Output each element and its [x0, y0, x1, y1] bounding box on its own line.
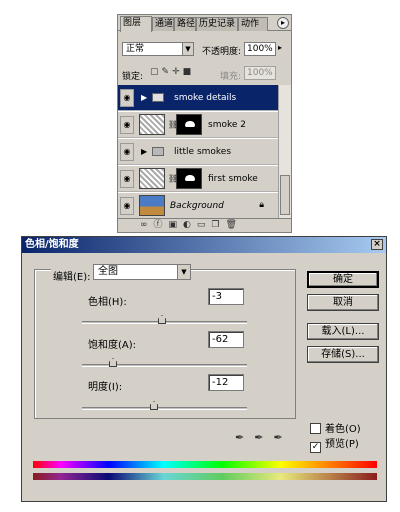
hue-label: 色相(H):	[88, 297, 127, 308]
chevron-down-icon: ▼	[182, 43, 193, 55]
layer-thumbnail	[139, 195, 165, 216]
eyedropper-minus-icon[interactable]: ✒	[273, 431, 292, 444]
layers-panel: 图层 通道 路径 历史记录 动作 ▸ 正常 ▼ 不透明度: 100% ▸ 锁定:…	[117, 14, 292, 233]
layer-toolbar: ∞ⓕ▣◐▭❐🗑︎	[118, 218, 291, 232]
colorize-label: 着色(O)	[325, 424, 361, 435]
lock-options[interactable]: ▢✎✛■	[150, 67, 194, 77]
preview-option[interactable]: ✓ 预览(P)	[310, 435, 359, 453]
adjustment-layer-icon[interactable]: ◐	[183, 220, 197, 230]
eyedropper-icon[interactable]: ✒	[235, 431, 254, 444]
new-layer-icon[interactable]: ❐	[211, 220, 225, 230]
expand-triangle-icon[interactable]: ▶	[141, 147, 147, 156]
opacity-input[interactable]: 100%	[244, 42, 276, 56]
lock-all-icon[interactable]: ■	[183, 67, 195, 77]
preview-label: 预览(P)	[325, 439, 359, 450]
colorize-checkbox[interactable]	[310, 423, 321, 434]
load-button[interactable]: 载入(L)...	[307, 323, 379, 340]
eye-icon[interactable]: ◉	[120, 89, 134, 107]
folder-icon	[152, 147, 164, 156]
eye-icon[interactable]: ◉	[120, 170, 134, 188]
layer-list: ◉ ▶ smoke details ◉ ⛓ smoke 2 ◉ ▶ little…	[118, 85, 291, 219]
output-spectrum-bar	[33, 473, 377, 480]
hue-saturation-dialog: 色相/饱和度 × 编辑(E): 全图 ▼ 色相(H): -3 饱和度(A): -…	[21, 236, 387, 502]
eye-icon[interactable]: ◉	[120, 143, 134, 161]
close-icon[interactable]: ×	[371, 239, 383, 250]
eye-icon[interactable]: ◉	[120, 116, 134, 134]
saturation-label: 饱和度(A):	[88, 340, 137, 351]
ok-button[interactable]: 确定	[307, 271, 379, 288]
dialog-title: 色相/饱和度	[25, 239, 79, 250]
lock-label: 锁定:	[122, 72, 144, 82]
lightness-slider-track[interactable]	[82, 407, 247, 410]
layer-mask-thumbnail[interactable]	[176, 168, 202, 189]
layer-name: little smokes	[174, 147, 232, 157]
layer-thumbnail	[139, 168, 165, 189]
edit-range-select[interactable]: 全图 ▼	[93, 264, 191, 280]
lock-paint-icon[interactable]: ✎	[162, 67, 173, 77]
layer-name: first smoke	[208, 174, 258, 184]
tab-paths[interactable]: 路径	[174, 17, 196, 31]
layer-name: smoke 2	[208, 120, 246, 130]
layer-row-first-smoke[interactable]: ◉ ⛓ first smoke	[118, 166, 278, 192]
save-button[interactable]: 存储(S)...	[307, 346, 379, 363]
lock-icon: 🔒︎	[259, 200, 264, 210]
blend-mode-value: 正常	[126, 44, 145, 54]
lock-transparent-icon[interactable]: ▢	[150, 67, 162, 77]
layer-row-smoke-details[interactable]: ◉ ▶ smoke details	[118, 85, 278, 111]
saturation-slider-track[interactable]	[82, 364, 247, 367]
fill-label: 填充:	[220, 72, 242, 82]
preview-checkbox[interactable]: ✓	[310, 442, 321, 453]
panel-menu-icon[interactable]: ▸	[277, 17, 289, 29]
blend-mode-select[interactable]: 正常 ▼	[122, 42, 194, 56]
lightness-input[interactable]: -12	[208, 374, 244, 391]
hue-input[interactable]: -3	[208, 288, 244, 305]
eyedropper-plus-icon[interactable]: ✒	[254, 431, 273, 444]
layer-list-scrollbar[interactable]	[278, 85, 291, 218]
scroll-thumb[interactable]	[280, 175, 290, 215]
eyedropper-tools: ✒✒✒	[235, 431, 293, 444]
eye-icon[interactable]: ◉	[120, 197, 134, 215]
tab-channels[interactable]: 通道	[152, 17, 174, 31]
layer-style-icon[interactable]: ⓕ	[154, 220, 169, 230]
new-group-icon[interactable]: ▭	[197, 220, 212, 230]
layer-row-background[interactable]: ◉ Background 🔒︎	[118, 193, 278, 219]
layer-name: Background	[170, 201, 224, 211]
input-spectrum-bar	[33, 461, 377, 468]
layer-thumbnail	[139, 114, 165, 135]
edit-range-value: 全图	[98, 266, 118, 277]
folder-icon	[152, 93, 164, 102]
lightness-label: 明度(I):	[88, 382, 123, 393]
layer-name: smoke details	[174, 93, 237, 103]
fill-input[interactable]: 100%	[244, 66, 276, 80]
tab-layers[interactable]: 图层	[120, 16, 152, 32]
layer-row-smoke-2[interactable]: ◉ ⛓ smoke 2	[118, 112, 278, 138]
saturation-input[interactable]: -62	[208, 331, 244, 348]
chevron-down-icon: ▼	[177, 265, 190, 279]
layer-row-little-smokes[interactable]: ◉ ▶ little smokes	[118, 139, 278, 165]
edit-label: 编辑(E):	[51, 268, 93, 283]
cancel-button[interactable]: 取消	[307, 294, 379, 311]
lock-move-icon[interactable]: ✛	[172, 67, 183, 77]
add-mask-icon[interactable]: ▣	[169, 220, 184, 230]
opacity-arrow-icon[interactable]: ▸	[278, 43, 282, 52]
expand-triangle-icon[interactable]: ▶	[141, 93, 147, 102]
tab-history[interactable]: 历史记录	[196, 17, 238, 31]
tab-actions[interactable]: 动作	[238, 17, 268, 31]
layer-mask-thumbnail[interactable]	[176, 114, 202, 135]
opacity-label: 不透明度:	[202, 47, 242, 57]
dialog-title-bar[interactable]: 色相/饱和度 ×	[22, 237, 386, 253]
panel-tabs: 图层 通道 路径 历史记录 动作 ▸	[118, 15, 291, 32]
colorize-option[interactable]: 着色(O)	[310, 420, 361, 435]
link-layers-icon[interactable]: ∞	[140, 220, 154, 230]
delete-layer-icon[interactable]: 🗑︎	[225, 220, 242, 230]
adjustment-group-box	[34, 269, 296, 419]
